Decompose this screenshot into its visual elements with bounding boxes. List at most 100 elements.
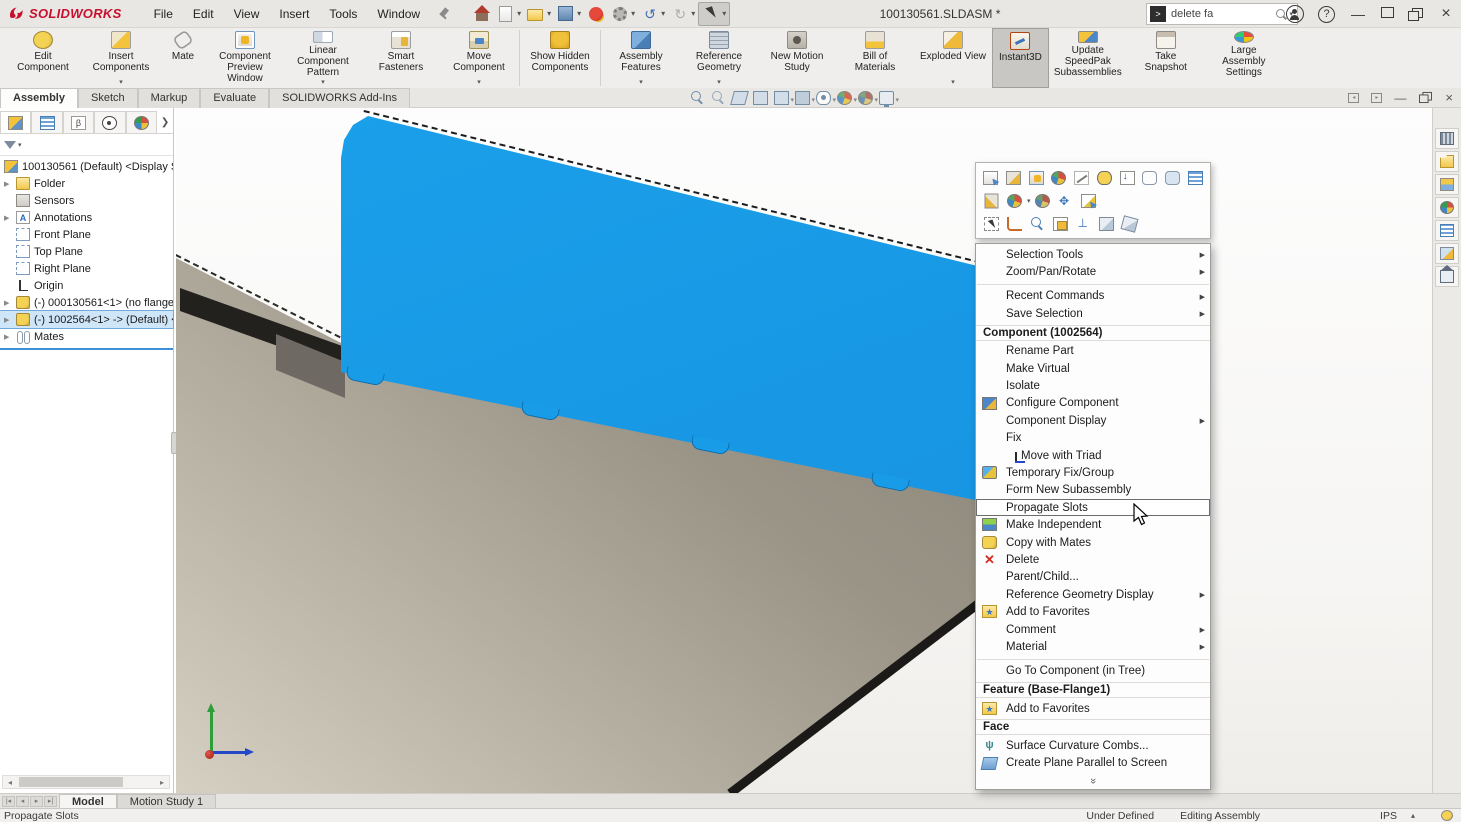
ribbon-bill-of-materials[interactable]: Bill of Materials [836,28,914,88]
help-icon[interactable]: ? [1318,6,1335,23]
menu-file[interactable]: File [144,2,183,26]
edit-component-button[interactable] [1003,167,1025,188]
ribbon-linear-component-pattern[interactable]: Linear Component Pattern▾ [284,28,362,88]
ribbon-insert-components[interactable]: Insert Components▾ [82,28,160,88]
dropdown-icon[interactable]: ▾ [914,77,992,88]
dropdown-icon[interactable]: ▾ [284,77,362,88]
display-state-button[interactable] [1095,213,1117,234]
component-preview-button[interactable] [1025,167,1047,188]
section-view-icon[interactable] [753,91,768,105]
scroll-right-icon[interactable]: ▸ [155,778,169,787]
tab-assembly[interactable]: Assembly [0,88,78,108]
menu-copy-with-mates[interactable]: Copy with Mates [976,534,1210,551]
menu-make-independent[interactable]: Make Independent [976,516,1210,533]
select-tool-button[interactable]: ▾ [698,2,730,26]
tree-item-front-plane[interactable]: Front Plane [0,226,173,243]
menu-rename-part[interactable]: Rename Part [976,343,1210,360]
panel-split-bar[interactable] [0,348,173,350]
undo-button[interactable]: ↺▾ [638,2,668,26]
home-pane-button[interactable] [1435,266,1459,287]
float-button[interactable] [1055,190,1077,211]
tree-item-mates[interactable]: ▶Mates [0,328,173,345]
menu-window[interactable]: Window [367,2,430,26]
appearance-button[interactable] [1003,190,1025,211]
dropdown-icon[interactable]: ▾ [602,77,680,88]
menu-form-new-subassembly[interactable]: Form New Subassembly [976,482,1210,499]
menu-temporary-fix-group[interactable]: Temporary Fix/Group [976,464,1210,481]
ribbon-smart-fasteners[interactable]: Smart Fasteners [362,28,440,88]
span-displays-button[interactable] [1381,7,1394,21]
hide-show-items-icon[interactable]: ▾ [816,91,831,105]
zoom-to-area-icon[interactable] [711,91,726,105]
tab-displaymanager[interactable] [126,111,157,133]
menu-propagate-slots[interactable]: Propagate Slots [976,499,1210,516]
appearance-document-button[interactable] [980,190,1002,211]
apply-scene-icon[interactable]: ▾ [858,91,873,105]
menu-isolate[interactable]: Isolate [976,377,1210,394]
pin-menu-icon[interactable] [436,7,450,21]
tab-model[interactable]: Model [59,794,117,808]
menu-tools[interactable]: Tools [319,2,367,26]
zoom-to-selection-button[interactable] [1026,213,1048,234]
custom-properties-button[interactable] [1435,220,1459,241]
options-button[interactable]: ▾ [608,2,638,26]
tree-item-folder[interactable]: ▶Folder [0,175,173,192]
design-library-button[interactable] [1435,151,1459,172]
material-button[interactable] [1078,190,1100,211]
isolate-button[interactable] [1049,213,1071,234]
tree-horizontal-scrollbar[interactable]: ◂ ▸ [2,775,170,789]
menu-configure-component[interactable]: Configure Component [976,395,1210,412]
menu-expand-button[interactable]: » [976,772,1210,787]
ribbon-large-assembly-settings[interactable]: Large Assembly Settings [1205,28,1283,88]
ribbon-show-hidden-components[interactable]: Show Hidden Components [521,28,599,88]
expand-arrow-icon[interactable]: ▶ [4,299,16,307]
expand-arrow-icon[interactable]: ▶ [4,180,16,188]
ribbon-exploded-view[interactable]: Exploded View▾ [914,28,992,88]
menu-zoom-pan-rotate[interactable]: Zoom/Pan/Rotate▶ [976,263,1210,280]
mate-button[interactable] [1139,167,1161,188]
menu-surface-curvature-combs[interactable]: ψSurface Curvature Combs... [976,737,1210,754]
ribbon-assembly-features[interactable]: Assembly Features▾ [602,28,680,88]
ribbon-take-snapshot[interactable]: Take Snapshot [1127,28,1205,88]
display-style-icon[interactable]: ▾ [795,91,810,105]
restore-button[interactable] [1408,8,1423,21]
menu-parent-child[interactable]: Parent/Child... [976,569,1210,586]
expand-arrow-icon[interactable]: ▶ [4,316,16,324]
view-palette-button[interactable] [1435,243,1459,264]
menu-create-plane-parallel[interactable]: Create Plane Parallel to Screen [976,755,1210,772]
change-transparency-button[interactable] [1118,213,1140,234]
scroll-left-icon[interactable]: ◂ [3,778,17,787]
appearances-scenes-button[interactable] [1435,197,1459,218]
normal-to-button[interactable] [1072,213,1094,234]
tab-sketch[interactable]: Sketch [78,88,138,108]
file-explorer-button[interactable] [1435,174,1459,195]
scrollbar-thumb[interactable] [19,777,123,787]
manager-expand-icon[interactable]: ❯ [157,111,173,133]
menu-recent-commands[interactable]: Recent Commands▶ [976,288,1210,305]
ribbon-edit-component[interactable]: Edit Component [4,28,82,88]
expand-arrow-icon[interactable]: ▶ [4,333,16,341]
menu-move-with-triad[interactable]: Move with Triad [976,447,1210,464]
new-document-button[interactable]: ▾ [494,2,524,26]
tree-item-right-plane[interactable]: Right Plane [0,260,173,277]
menu-selection-tools[interactable]: Selection Tools▶ [976,246,1210,263]
tree-item-part-000130561[interactable]: ▶(-) 000130561<1> (no flange) <Di [0,294,173,311]
pane-right-icon[interactable]: ▸ [1371,93,1382,103]
menu-reference-geometry-display[interactable]: Reference Geometry Display▶ [976,586,1210,603]
view-settings-icon[interactable]: ▾ [879,91,894,105]
ribbon-update-speedpak[interactable]: Update SpeedPak Subassemblies [1049,28,1127,88]
open-button[interactable]: ▾ [524,2,554,26]
menu-insert[interactable]: Insert [269,2,319,26]
xpress-products-button[interactable] [584,2,608,26]
ribbon-move-component[interactable]: Move Component▾ [440,28,518,88]
tab-featuremanager[interactable] [0,111,31,133]
filter-dropdown-icon[interactable]: ▾ [18,141,22,149]
doc-close-button[interactable]: × [1445,90,1453,105]
menu-add-to-favorites[interactable]: ★Add to Favorites [976,603,1210,620]
copy-appearance-button[interactable] [1032,190,1054,211]
menu-add-to-favorites-feature[interactable]: ★Add to Favorites [976,700,1210,717]
dropdown-icon[interactable]: ▾ [1027,197,1031,205]
tree-item-annotations[interactable]: ▶AAnnotations [0,209,173,226]
tree-filter[interactable]: ▾ [0,134,173,156]
pane-left-icon[interactable]: ◂ [1348,93,1359,103]
